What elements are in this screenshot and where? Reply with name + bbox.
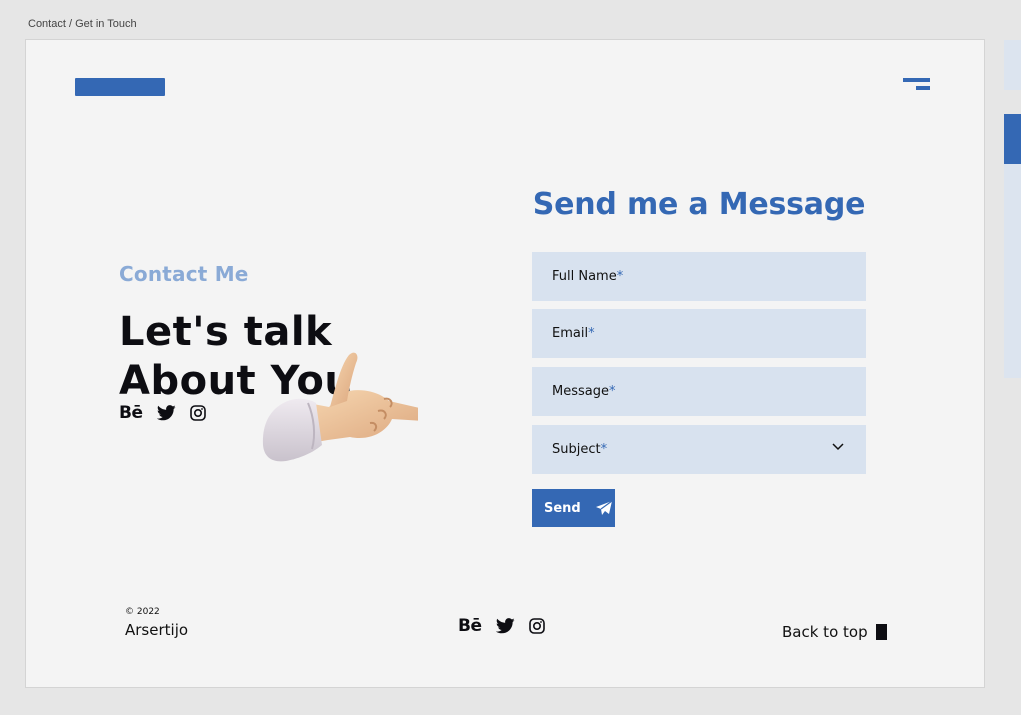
instagram-icon[interactable] (189, 405, 206, 421)
instagram-icon[interactable] (528, 618, 545, 634)
subject-select[interactable]: Subject * (532, 425, 866, 474)
twitter-icon[interactable] (495, 618, 515, 634)
behance-icon[interactable]: Bē (119, 403, 143, 423)
twitter-icon[interactable] (156, 405, 176, 421)
hero-social-links: Bē (119, 403, 206, 423)
email-field[interactable]: Email * (532, 309, 866, 358)
message-label: Message (552, 384, 609, 399)
back-to-top-icon (875, 624, 887, 640)
paper-plane-icon (595, 500, 613, 515)
required-marker: * (616, 269, 624, 284)
full-name-label: Full Name (552, 269, 617, 284)
email-label: Email (552, 326, 589, 341)
breadcrumb: Contact / Get in Touch (28, 18, 137, 30)
footer-brand: Arsertijo (125, 621, 189, 639)
hand-gesture-illustration (262, 352, 418, 462)
side-scroll-track-top[interactable] (1004, 40, 1021, 90)
send-label: Send (544, 500, 581, 516)
chevron-down-icon (832, 443, 844, 451)
contact-label: Contact Me (119, 262, 249, 286)
required-marker: * (600, 442, 608, 457)
footer-copyright: © 2022 (125, 607, 160, 617)
page-frame: Contact Me Let's talk About You Bē Send … (25, 39, 985, 688)
back-to-top-link[interactable]: Back to top (782, 623, 887, 641)
message-field[interactable]: Message * (532, 367, 866, 416)
full-name-field[interactable]: Full Name * (532, 252, 866, 301)
footer-social-links: Bē (458, 616, 545, 636)
side-scroll-thumb[interactable] (1004, 114, 1021, 164)
behance-icon[interactable]: Bē (458, 616, 482, 636)
logo[interactable] (75, 78, 165, 96)
send-button[interactable]: Send (532, 489, 615, 527)
required-marker: * (608, 384, 616, 399)
form-title: Send me a Message (532, 187, 866, 222)
subject-label: Subject (552, 442, 601, 457)
required-marker: * (588, 326, 595, 341)
menu-icon[interactable] (903, 78, 930, 92)
back-to-top-label: Back to top (782, 623, 868, 641)
